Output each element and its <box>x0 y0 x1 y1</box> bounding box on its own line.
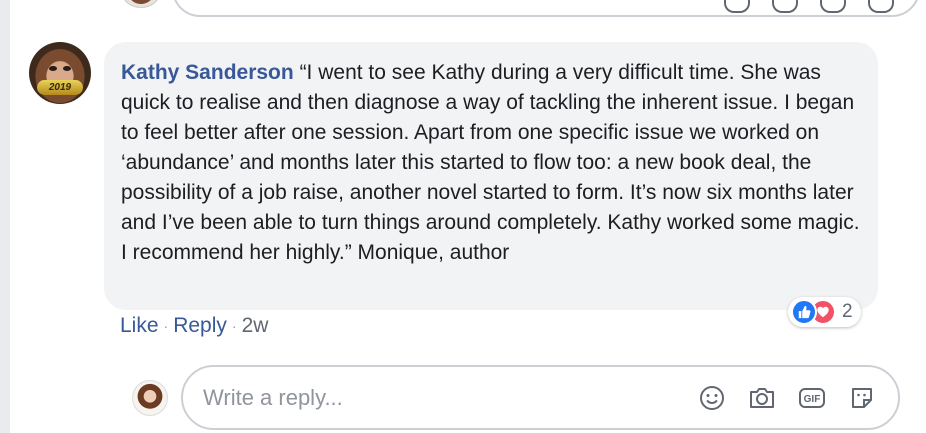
comment-actions: Like · Reply · 2w <box>120 314 268 338</box>
avatar-eye <box>49 66 57 71</box>
gif-icon[interactable] <box>820 0 846 13</box>
sticker-icon[interactable] <box>868 0 894 13</box>
reply-composer: GIF <box>181 365 900 430</box>
reply-toolbar: GIF <box>696 382 878 414</box>
camera-icon[interactable] <box>772 0 798 13</box>
emoji-icon[interactable] <box>696 382 728 414</box>
emoji-icon[interactable] <box>724 0 750 13</box>
reply-button[interactable]: Reply <box>173 314 227 338</box>
avatar-frame-badge: 2019 <box>37 80 83 95</box>
avatar-eye <box>63 66 71 71</box>
separator: · <box>231 318 237 334</box>
reply-input[interactable] <box>201 383 696 412</box>
comment-text: “I went to see Kathy during a very diffi… <box>121 61 860 264</box>
previous-reply-box[interactable] <box>172 0 920 17</box>
comment-timestamp[interactable]: 2w <box>242 314 269 338</box>
left-divider <box>0 0 10 433</box>
commenter-avatar[interactable]: 2019 <box>29 42 91 104</box>
comment-author-link[interactable]: Kathy Sanderson <box>121 61 294 84</box>
sticker-icon[interactable] <box>846 382 878 414</box>
gif-icon[interactable]: GIF <box>796 382 828 414</box>
camera-icon[interactable] <box>746 382 778 414</box>
current-user-avatar <box>132 380 168 416</box>
previous-reply-icons <box>724 0 894 13</box>
previous-reply-avatar <box>122 0 160 8</box>
comment-bubble: Kathy Sanderson “I went to see Kathy dur… <box>104 42 878 310</box>
separator: · <box>163 318 169 334</box>
like-icon <box>791 299 817 325</box>
reaction-count: 2 <box>842 301 853 322</box>
like-button[interactable]: Like <box>120 314 159 338</box>
reactions-summary[interactable]: 2 <box>788 297 861 327</box>
comment-body: Kathy Sanderson “I went to see Kathy dur… <box>121 58 864 268</box>
svg-text:GIF: GIF <box>804 394 821 405</box>
